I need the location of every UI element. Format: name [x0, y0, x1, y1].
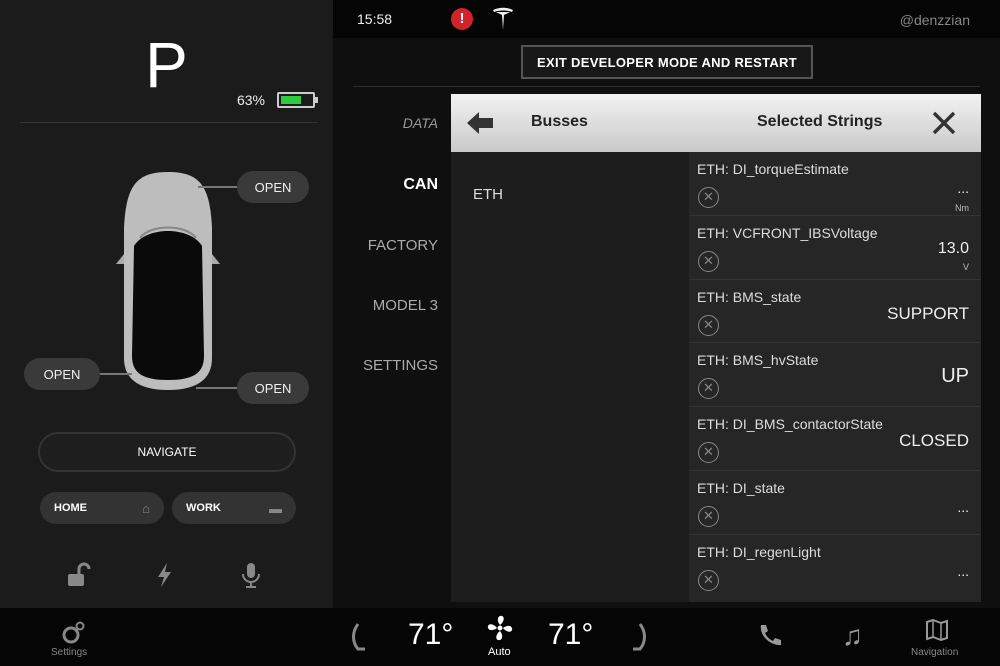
- watermark-handle: @denzzian: [899, 12, 970, 28]
- remove-circle-icon[interactable]: ✕: [698, 250, 719, 272]
- car-top-view: [116, 172, 220, 390]
- briefcase-icon: ▬: [269, 500, 282, 516]
- menu-item-can[interactable]: CAN: [403, 176, 438, 194]
- alert-icon[interactable]: !: [451, 8, 473, 30]
- navigation-label[interactable]: Navigation: [911, 647, 958, 658]
- fan-mode-label[interactable]: Auto: [488, 646, 511, 658]
- string-value: ...: [957, 562, 969, 579]
- music-note-icon[interactable]: ♫: [842, 620, 863, 652]
- string-row: ETH: BMS_state ✕ SUPPORT: [689, 280, 981, 344]
- home-button[interactable]: HOME ⌂: [40, 492, 164, 524]
- home-label: HOME: [54, 502, 87, 514]
- status-bar: 15:58 ! @denzzian: [333, 0, 1000, 38]
- menu-item-data[interactable]: DATA: [403, 115, 438, 131]
- exit-developer-mode-button[interactable]: EXIT DEVELOPER MODE AND RESTART: [521, 45, 813, 79]
- gear-indicator: P: [145, 29, 188, 101]
- string-name: ETH: DI_BMS_contactorState: [697, 416, 883, 433]
- navigate-button[interactable]: NAVIGATE: [38, 432, 296, 472]
- string-row: ETH: DI_regenLight ✕ ...: [689, 535, 981, 599]
- busses-title: Busses: [531, 113, 588, 130]
- battery-percent: 63%: [236, 92, 265, 108]
- developer-panel: EXIT DEVELOPER MODE AND RESTART DATA CAN…: [333, 38, 1000, 608]
- string-value: ...: [957, 498, 969, 515]
- string-name: ETH: DI_state: [697, 479, 785, 496]
- work-label: WORK: [186, 502, 221, 514]
- battery-icon: [277, 92, 318, 108]
- remove-circle-icon[interactable]: ✕: [698, 505, 719, 527]
- driver-temperature[interactable]: 71°: [408, 618, 453, 652]
- string-value: SUPPORT: [887, 303, 969, 323]
- passenger-temperature[interactable]: 71°: [548, 618, 593, 652]
- trunk-leader-line: [196, 387, 240, 389]
- string-row: ETH: DI_BMS_contactorState ✕ CLOSED: [689, 407, 981, 471]
- lightning-icon[interactable]: [150, 560, 180, 590]
- remove-circle-icon[interactable]: ✕: [698, 569, 719, 591]
- battery-level-fill: [281, 96, 302, 104]
- string-value: UP: [941, 365, 969, 388]
- passenger-seat-heater-icon[interactable]: [630, 622, 650, 652]
- string-row: ETH: BMS_hvState ✕ UP: [689, 343, 981, 408]
- map-icon[interactable]: [925, 618, 949, 642]
- remove-circle-icon[interactable]: ✕: [698, 187, 719, 208]
- gear-icon[interactable]: [60, 620, 86, 646]
- vehicle-panel: P 63% OPEN OPEN OPEN NAVIGATE HOME ⌂ WOR…: [0, 0, 333, 608]
- settings-label[interactable]: Settings: [51, 647, 87, 658]
- battery-status: 63%: [236, 92, 318, 108]
- phone-icon[interactable]: [756, 622, 782, 648]
- divider: [353, 86, 980, 87]
- back-arrow-icon[interactable]: [465, 108, 495, 138]
- remove-circle-icon[interactable]: ✕: [698, 314, 719, 336]
- can-strings-panel: Busses Selected Strings ETH ETH: DI_torq…: [451, 94, 981, 602]
- string-value: ...: [957, 180, 969, 196]
- selected-strings-title: Selected Strings: [757, 113, 883, 130]
- trunk-open-button[interactable]: OPEN: [237, 372, 309, 404]
- string-value: 13.0: [937, 239, 969, 257]
- clock: 15:58: [357, 11, 393, 27]
- string-row: ETH: VCFRONT_IBSVoltage ✕ 13.0 V: [689, 216, 981, 280]
- microphone-icon[interactable]: [236, 560, 266, 590]
- home-icon: ⌂: [142, 500, 150, 516]
- remove-circle-icon[interactable]: ✕: [698, 442, 719, 464]
- string-name: ETH: DI_regenLight: [697, 543, 821, 560]
- divider: [20, 122, 317, 123]
- close-icon[interactable]: [929, 108, 959, 138]
- string-row: ETH: DI_torqueEstimate ✕ ... Nm: [689, 152, 981, 216]
- string-row: ETH: DI_state ✕ ...: [689, 471, 981, 535]
- frunk-open-button[interactable]: OPEN: [237, 171, 309, 203]
- charge-port-leader-line: [98, 373, 132, 375]
- string-unit: Nm: [955, 203, 969, 213]
- remove-circle-icon[interactable]: ✕: [698, 378, 719, 400]
- menu-item-factory[interactable]: FACTORY: [368, 237, 438, 254]
- tesla-logo-icon[interactable]: [491, 6, 515, 32]
- string-name: ETH: VCFRONT_IBSVoltage: [697, 224, 878, 241]
- driver-seat-heater-icon[interactable]: [348, 622, 368, 652]
- frunk-leader-line: [198, 186, 240, 188]
- work-button[interactable]: WORK ▬: [172, 492, 296, 524]
- menu-item-model-3[interactable]: MODEL 3: [373, 297, 438, 314]
- unlock-icon[interactable]: [62, 560, 92, 590]
- menu-item-settings[interactable]: SETTINGS: [363, 357, 438, 374]
- charge-port-open-button[interactable]: OPEN: [24, 358, 100, 390]
- bus-item-eth[interactable]: ETH: [473, 186, 503, 203]
- climate-bar: Settings 71° Auto 71° ♫ Navigation: [0, 608, 1000, 666]
- string-name: ETH: DI_torqueEstimate: [697, 161, 849, 177]
- string-name: ETH: BMS_state: [697, 288, 802, 305]
- string-unit: V: [962, 261, 969, 272]
- selected-strings-list: ETH: DI_torqueEstimate ✕ ... Nm ETH: VCF…: [689, 152, 981, 602]
- string-value: CLOSED: [899, 431, 969, 451]
- panel-header: Busses Selected Strings: [451, 94, 981, 152]
- fan-icon[interactable]: [486, 614, 514, 642]
- string-name: ETH: BMS_hvState: [697, 352, 819, 369]
